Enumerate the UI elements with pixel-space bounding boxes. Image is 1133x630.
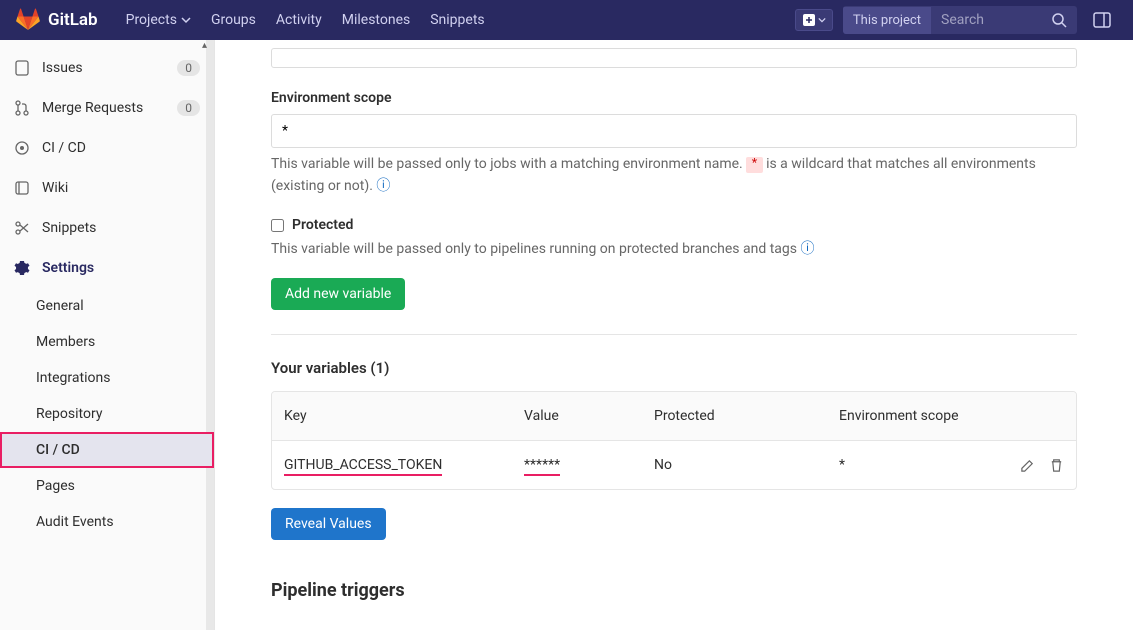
trash-icon xyxy=(1049,458,1064,473)
sidebar-item-label: Snippets xyxy=(42,220,200,236)
sidebar-item-label: Merge Requests xyxy=(42,100,165,116)
sidebar-item-snippets[interactable]: Snippets xyxy=(0,208,214,248)
panel-icon xyxy=(1093,11,1111,29)
sub-item-integrations[interactable]: Integrations xyxy=(0,360,214,396)
env-scope-help: This variable will be passed only to job… xyxy=(271,154,1077,197)
info-icon[interactable]: ⓘ xyxy=(376,178,390,194)
chevron-down-icon xyxy=(818,16,826,24)
td-value: ****** xyxy=(512,441,642,489)
protected-label: Protected xyxy=(292,217,353,233)
th-value: Value xyxy=(512,392,642,440)
sub-item-general[interactable]: General xyxy=(0,288,214,324)
gitlab-logo-icon xyxy=(16,8,40,32)
main-content: Environment scope This variable will be … xyxy=(215,40,1133,630)
your-variables-heading: Your variables (1) xyxy=(271,359,1077,377)
protected-help: This variable will be passed only to pip… xyxy=(271,239,1077,260)
env-scope-input[interactable] xyxy=(271,114,1077,148)
scroll-up-arrow-icon[interactable]: ▴ xyxy=(202,40,214,52)
chevron-down-icon xyxy=(181,15,191,25)
nav-activity[interactable]: Activity xyxy=(266,4,332,36)
pipeline-triggers-heading: Pipeline triggers xyxy=(271,580,1077,601)
top-navbar: GitLab Projects Groups Activity Mileston… xyxy=(0,0,1133,40)
th-scope: Environment scope xyxy=(827,392,996,440)
nav-snippets[interactable]: Snippets xyxy=(420,4,494,36)
nav-milestones[interactable]: Milestones xyxy=(332,4,421,36)
scissors-icon xyxy=(14,220,30,236)
delete-button[interactable] xyxy=(1049,458,1064,473)
sidebar-item-label: CI / CD xyxy=(42,140,200,156)
sidebar-item-issues[interactable]: Issues 0 xyxy=(0,48,214,88)
env-scope-label: Environment scope xyxy=(271,90,1077,106)
book-icon xyxy=(14,180,30,196)
wildcard-code: * xyxy=(746,157,762,173)
sidebar-item-label: Issues xyxy=(42,60,165,76)
th-key: Key xyxy=(272,392,512,440)
sidebar-item-wiki[interactable]: Wiki xyxy=(0,168,214,208)
nav-groups[interactable]: Groups xyxy=(201,4,266,36)
variables-table: Key Value Protected Environment scope GI… xyxy=(271,391,1077,490)
brand-name: GitLab xyxy=(48,10,98,30)
variable-value-input[interactable] xyxy=(271,48,1077,68)
rocket-icon xyxy=(14,140,30,156)
info-icon[interactable]: ⓘ xyxy=(800,241,814,257)
sidebar-item-cicd[interactable]: CI / CD xyxy=(0,128,214,168)
th-protected: Protected xyxy=(642,392,827,440)
search-button[interactable] xyxy=(1041,6,1077,34)
td-protected: No xyxy=(642,441,827,489)
edit-button[interactable] xyxy=(1020,458,1035,473)
mr-count-badge: 0 xyxy=(177,100,200,116)
sub-item-pages[interactable]: Pages xyxy=(0,468,214,504)
td-scope: * xyxy=(827,441,996,489)
protected-row: Protected xyxy=(271,217,1077,233)
sidebar-toggle[interactable] xyxy=(1087,5,1117,35)
search-input[interactable] xyxy=(931,6,1041,34)
settings-subitems: General Members Integrations Repository … xyxy=(0,288,214,540)
search-container: This project xyxy=(843,6,1077,34)
search-scope[interactable]: This project xyxy=(843,7,931,34)
sidebar-item-merge-requests[interactable]: Merge Requests 0 xyxy=(0,88,214,128)
gear-icon xyxy=(14,260,30,276)
protected-checkbox[interactable] xyxy=(271,219,284,232)
sub-item-members[interactable]: Members xyxy=(0,324,214,360)
td-key: GITHUB_ACCESS_TOKEN xyxy=(272,441,512,489)
add-variable-button[interactable]: Add new variable xyxy=(271,278,405,310)
sub-item-audit-events[interactable]: Audit Events xyxy=(0,504,214,540)
issues-icon xyxy=(14,60,30,76)
issues-count-badge: 0 xyxy=(177,60,200,76)
plus-icon xyxy=(802,13,816,27)
td-actions xyxy=(996,442,1076,489)
top-nav-links: Projects Groups Activity Milestones Snip… xyxy=(116,4,495,36)
sub-item-repository[interactable]: Repository xyxy=(0,396,214,432)
th-actions xyxy=(996,392,1076,440)
table-row: GITHUB_ACCESS_TOKEN ****** No * xyxy=(272,440,1076,489)
reveal-values-button[interactable]: Reveal Values xyxy=(271,508,386,540)
table-header: Key Value Protected Environment scope xyxy=(272,392,1076,440)
topbar-right: This project xyxy=(795,5,1117,35)
section-divider xyxy=(271,334,1077,335)
sidebar-item-settings[interactable]: Settings xyxy=(0,248,214,288)
nav-projects[interactable]: Projects xyxy=(116,4,201,36)
sidebar-item-label: Wiki xyxy=(42,180,200,196)
sub-item-cicd[interactable]: CI / CD xyxy=(0,432,214,468)
pencil-icon xyxy=(1020,458,1035,473)
merge-request-icon xyxy=(14,100,30,116)
sidebar: ▴ Issues 0 Merge Requests 0 CI / CD Wiki… xyxy=(0,40,215,630)
search-icon xyxy=(1051,12,1067,28)
new-dropdown-button[interactable] xyxy=(795,9,833,31)
sidebar-item-label: Settings xyxy=(42,260,200,276)
